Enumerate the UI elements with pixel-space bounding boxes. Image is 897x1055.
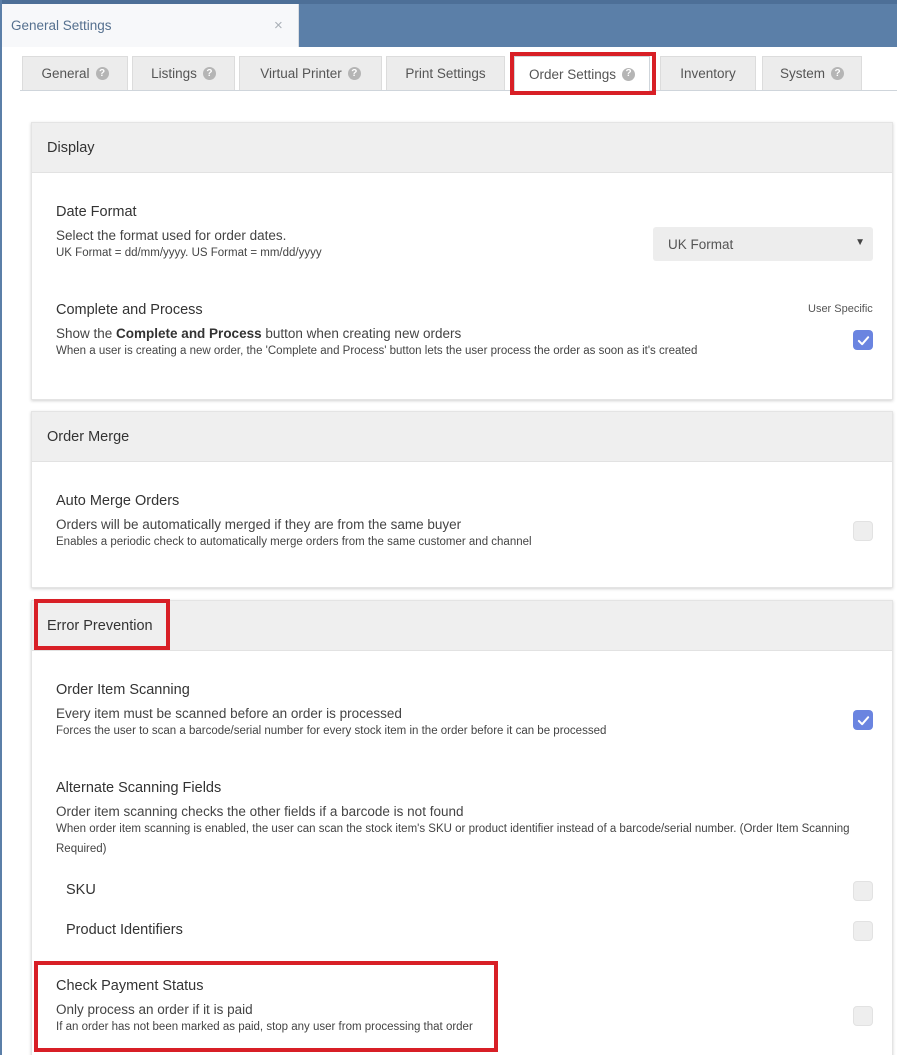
tab-label: Listings	[151, 66, 197, 81]
tab-label: Print Settings	[405, 66, 486, 81]
option-product-identifiers-checkbox[interactable]	[853, 921, 873, 941]
panel-header-order-merge: Order Merge	[32, 412, 892, 462]
help-icon[interactable]: ?	[622, 67, 636, 81]
settings-tabs: General ? Listings ? Virtual Printer ? P…	[20, 56, 897, 91]
setting-title: Date Format	[56, 204, 137, 220]
select-value: UK Format	[668, 236, 734, 252]
setting-title: Order Item Scanning	[56, 682, 190, 698]
tab-label: General	[41, 66, 90, 81]
payment-status-setting: Check Payment Status Only process an ord…	[56, 978, 877, 1037]
window-left-edge	[0, 0, 2, 1055]
setting-note: Enables a periodic check to automaticall…	[56, 536, 532, 548]
setting-description: Show the Complete and Process button whe…	[56, 326, 462, 341]
date-format-select[interactable]: UK Format ▼	[653, 227, 873, 261]
complete-process-setting: Complete and Process Show the Complete a…	[56, 302, 877, 361]
help-icon[interactable]: ?	[202, 67, 216, 80]
check-icon	[857, 335, 869, 345]
option-sku-checkbox[interactable]	[853, 881, 873, 901]
setting-title: Complete and Process	[56, 302, 203, 318]
chevron-down-icon: ▼	[855, 237, 865, 248]
tab-order-settings[interactable]: Order Settings ?	[514, 56, 650, 91]
tab-label: Order Settings	[528, 66, 617, 82]
tab-print-settings[interactable]: Print Settings	[386, 56, 505, 90]
tab-label: Inventory	[680, 66, 736, 81]
setting-description: Order item scanning checks the other fie…	[56, 804, 464, 819]
setting-description: Every item must be scanned before an ord…	[56, 706, 402, 721]
setting-note: When order item scanning is enabled, the…	[56, 823, 850, 855]
setting-note: When a user is creating a new order, the…	[56, 345, 698, 357]
tab-listings[interactable]: Listings ?	[132, 56, 235, 90]
setting-title: Alternate Scanning Fields	[56, 780, 222, 796]
window-title: General Settings	[11, 18, 112, 33]
auto-merge-checkbox[interactable]	[853, 521, 873, 541]
setting-note: If an order has not been marked as paid,…	[56, 1021, 473, 1033]
window-tab[interactable]: General Settings ×	[2, 4, 299, 47]
item-scanning-setting: Order Item Scanning Every item must be s…	[56, 682, 877, 741]
user-specific-badge: User Specific	[808, 303, 873, 315]
alternate-fields-setting: Alternate Scanning Fields Order item sca…	[56, 780, 865, 859]
tab-label: System	[779, 66, 825, 81]
option-sku-label: SKU	[66, 882, 96, 898]
tab-general[interactable]: General ?	[22, 56, 128, 90]
auto-merge-setting: Auto Merge Orders Orders will be automat…	[56, 493, 877, 552]
setting-note: Forces the user to scan a barcode/serial…	[56, 725, 607, 737]
tab-virtual-printer[interactable]: Virtual Printer ?	[239, 56, 382, 90]
item-scanning-checkbox[interactable]	[853, 710, 873, 730]
help-icon[interactable]: ?	[347, 67, 361, 80]
close-icon[interactable]: ×	[274, 17, 283, 35]
payment-status-checkbox[interactable]	[853, 1006, 873, 1026]
setting-description: Only process an order if it is paid	[56, 1002, 253, 1017]
tab-inventory[interactable]: Inventory	[660, 56, 756, 90]
panel-header-display: Display	[32, 123, 892, 173]
help-icon[interactable]: ?	[831, 67, 844, 80]
check-icon	[857, 715, 869, 725]
panel-header-error-prevention: Error Prevention	[32, 601, 892, 651]
complete-process-checkbox[interactable]	[853, 330, 873, 350]
setting-description: Orders will be automatically merged if t…	[56, 517, 462, 532]
tab-system[interactable]: System ?	[762, 56, 862, 90]
setting-title: Auto Merge Orders	[56, 493, 180, 509]
tab-label: Virtual Printer	[260, 66, 342, 81]
setting-title: Check Payment Status	[56, 978, 204, 994]
option-product-identifiers-label: Product Identifiers	[66, 922, 183, 938]
help-icon[interactable]: ?	[95, 67, 109, 80]
